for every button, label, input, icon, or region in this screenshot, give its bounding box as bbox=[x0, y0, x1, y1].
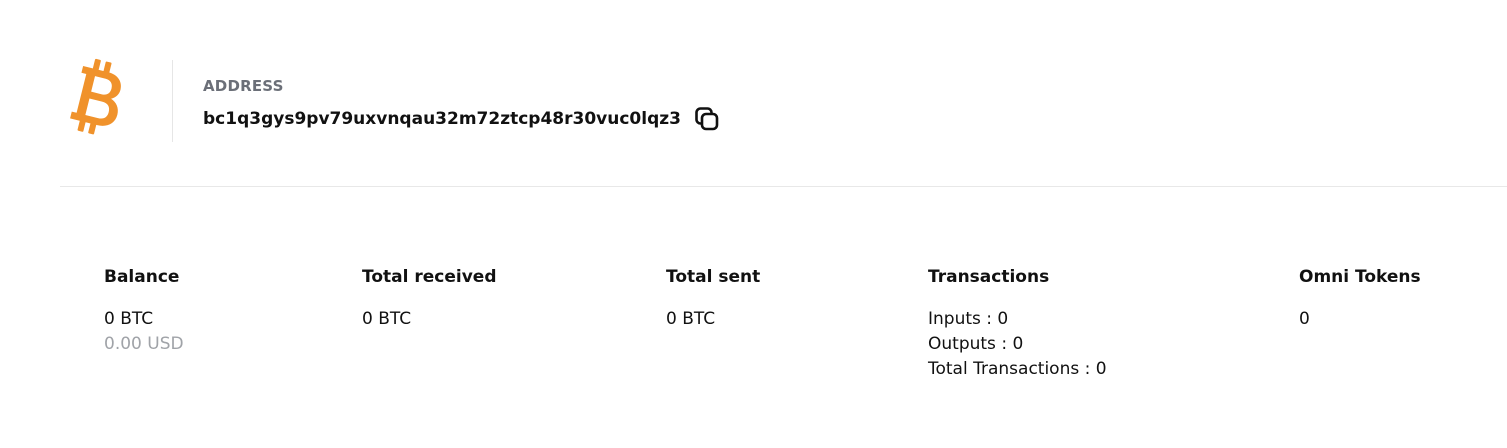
transactions-stat: Transactions Inputs : 0 Outputs : 0 Tota… bbox=[928, 265, 1107, 382]
total-sent-btc: 0 BTC bbox=[666, 309, 716, 329]
total-received-title: Total received bbox=[362, 267, 497, 287]
omni-tokens-title: Omni Tokens bbox=[1299, 267, 1421, 287]
address-page: ADDRESS bc1q3gys9pv79uxvnqau32m72ztcp48r… bbox=[0, 0, 1507, 448]
section-divider bbox=[60, 186, 1507, 187]
transactions-title: Transactions bbox=[928, 267, 1050, 287]
omni-tokens-value: 0 bbox=[1299, 309, 1310, 329]
address-header: ADDRESS bc1q3gys9pv79uxvnqau32m72ztcp48r… bbox=[0, 0, 1507, 187]
copy-button[interactable] bbox=[693, 105, 721, 133]
total-received-stat: Total received 0 BTC bbox=[362, 265, 497, 332]
header-divider bbox=[172, 60, 173, 142]
balance-btc: 0 BTC bbox=[104, 309, 154, 329]
bitcoin-icon bbox=[64, 56, 128, 138]
address-row: bc1q3gys9pv79uxvnqau32m72ztcp48r30vuc0lq… bbox=[203, 104, 721, 134]
transactions-total: Total Transactions : 0 bbox=[928, 359, 1107, 379]
transactions-inputs: Inputs : 0 bbox=[928, 309, 1009, 329]
copy-icon bbox=[695, 107, 719, 131]
total-received-btc: 0 BTC bbox=[362, 309, 412, 329]
omni-tokens-stat: Omni Tokens 0 bbox=[1299, 265, 1421, 332]
transactions-outputs: Outputs : 0 bbox=[928, 334, 1024, 354]
balance-title: Balance bbox=[104, 267, 180, 287]
address-value[interactable]: bc1q3gys9pv79uxvnqau32m72ztcp48r30vuc0lq… bbox=[203, 109, 681, 129]
address-label: ADDRESS bbox=[203, 77, 284, 95]
balance-stat: Balance 0 BTC 0.00 USD bbox=[104, 265, 184, 357]
balance-usd: 0.00 USD bbox=[104, 334, 184, 354]
total-sent-title: Total sent bbox=[666, 267, 761, 287]
total-sent-stat: Total sent 0 BTC bbox=[666, 265, 760, 332]
